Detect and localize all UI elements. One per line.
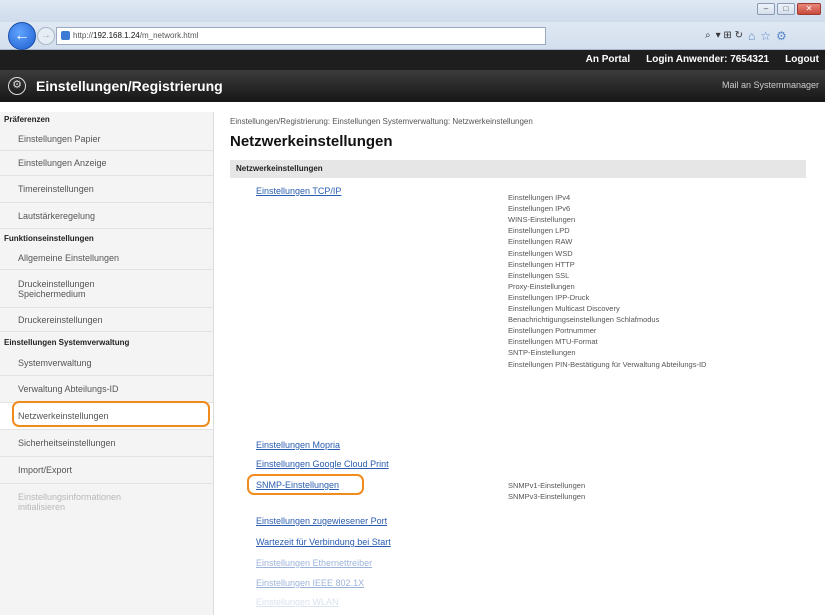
- login-user-info: Login Anwender: 7654321: [646, 50, 769, 70]
- back-arrow-icon[interactable]: ←: [8, 22, 36, 50]
- link-tcpip[interactable]: Einstellungen TCP/IP: [256, 186, 341, 196]
- tcpip-subitem: Einstellungen MTU-Format: [508, 337, 598, 347]
- settings-gear-icon[interactable]: ⚙: [776, 27, 787, 45]
- window-controls: – □ ✕: [757, 3, 821, 15]
- tcpip-subitem: WINS-Einstellungen: [508, 215, 576, 225]
- tcpip-subitem: Einstellungen Portnummer: [508, 326, 597, 336]
- sidebar-item-display[interactable]: Einstellungen Anzeige: [0, 151, 213, 176]
- sidebar-item-dept-id[interactable]: Verwaltung Abteilungs-ID: [0, 376, 213, 403]
- sidebar-item-security[interactable]: Sicherheitseinstellungen: [0, 430, 213, 457]
- link-ethernet[interactable]: Einstellungen Ethernettreiber: [256, 558, 372, 568]
- sidebar-item-volume[interactable]: Lautstärkeregelung: [0, 203, 213, 229]
- snmp-subitem: SNMPv1-Einstellungen: [508, 481, 586, 490]
- link-google-cloud-print[interactable]: Einstellungen Google Cloud Print: [256, 459, 389, 469]
- breadcrumb: Einstellungen/Registrierung: Einstellung…: [230, 117, 533, 126]
- link-ieee[interactable]: Einstellungen IEEE 802.1X: [256, 578, 364, 588]
- tcpip-subitem: Einstellungen RAW: [508, 237, 573, 247]
- settings-registration-icon: ⚙: [8, 77, 26, 95]
- login-label: Login Anwender:: [646, 54, 728, 65]
- sidebar: Präferenzen Einstellungen Papier Einstel…: [0, 112, 214, 615]
- sidebar-item-import-export[interactable]: Import/Export: [0, 457, 213, 484]
- sidebar-item-print-line2: Speichermedium: [18, 288, 86, 299]
- tcpip-subitem: Einstellungen IPP-Druck: [508, 292, 590, 302]
- app-header: ⚙ Einstellungen/Registrierung Mail an Sy…: [0, 70, 825, 102]
- sidebar-section-system: Einstellungen Systemverwaltung: [4, 338, 130, 347]
- sidebar-item-init-line1: Einstellungsinformationen: [18, 492, 122, 502]
- link-wait-time[interactable]: Wartezeit für Verbindung bei Start: [256, 537, 391, 547]
- maximize-icon[interactable]: □: [777, 3, 795, 15]
- url-host: 192.168.1.24: [93, 31, 140, 40]
- tcpip-subitem: Benachrichtigungseinstellungen Schlafmod…: [508, 315, 660, 325]
- sidebar-item-timer[interactable]: Timereinstellungen: [0, 176, 213, 203]
- highlight-network-item: [12, 401, 210, 427]
- close-icon[interactable]: ✕: [797, 3, 821, 15]
- portal-bar: An Portal Login Anwender: 7654321 Logout: [0, 50, 825, 70]
- minimize-icon[interactable]: –: [757, 3, 775, 15]
- link-wlan[interactable]: Einstellungen WLAN: [256, 597, 339, 607]
- portal-links: An Portal Login Anwender: 7654321 Logout: [586, 50, 819, 70]
- favorites-star-icon[interactable]: ☆: [760, 27, 771, 45]
- mail-to-system-manager-link[interactable]: Mail an Systemmanager: [722, 80, 819, 90]
- tcpip-subitem: SNTP-Einstellungen: [508, 348, 576, 358]
- tcpip-subitem: Einstellungen WSD: [508, 248, 573, 258]
- browser-tools: ⌕ ▾ ⊞ ↻ ⌂ ☆ ⚙: [705, 27, 817, 45]
- sidebar-item-printer[interactable]: Druckereinstellungen: [0, 308, 213, 332]
- link-mopria[interactable]: Einstellungen Mopria: [256, 440, 340, 450]
- tcpip-subitem: Einstellungen IPv4: [508, 193, 571, 202]
- url-prefix: http://: [73, 31, 94, 40]
- sidebar-item-sysmgmt[interactable]: Systemverwaltung: [0, 350, 213, 376]
- sidebar-item-initialize[interactable]: Einstellungsinformationen initialisieren: [0, 484, 213, 520]
- sidebar-section-functions: Funktionseinstellungen: [4, 234, 94, 243]
- browser-navbar: ← → http://192.168.1.24/m_network.html ⌕…: [0, 22, 825, 50]
- url-path: /m_network.html: [139, 31, 199, 40]
- tcpip-subitem: Einstellungen SSL: [508, 270, 570, 280]
- tcpip-subitem: Einstellungen HTTP: [508, 259, 575, 269]
- tcpip-subitem: Einstellungen IPv6: [508, 204, 571, 214]
- page-title: Netzwerkeinstellungen: [230, 133, 393, 150]
- to-portal-link[interactable]: An Portal: [586, 50, 630, 70]
- tcpip-subitem: Einstellungen LPD: [508, 226, 570, 236]
- forward-arrow-icon[interactable]: →: [37, 27, 55, 45]
- snmp-subitem: SNMPv3-Einstellungen: [508, 492, 586, 501]
- sidebar-item-paper[interactable]: Einstellungen Papier: [0, 127, 213, 151]
- address-bar[interactable]: http://192.168.1.24/m_network.html: [56, 27, 546, 45]
- favicon-icon: [61, 31, 70, 41]
- sidebar-item-general[interactable]: Allgemeine Einstellungen: [0, 246, 213, 270]
- sidebar-item-init-line2: initialisieren: [18, 502, 66, 512]
- logout-link[interactable]: Logout: [785, 50, 819, 70]
- tcpip-subitem: Einstellungen Multicast Discovery: [508, 304, 620, 313]
- sidebar-item-print-storage[interactable]: Druckeinstellungen Speichermedium: [0, 270, 213, 308]
- sidebar-item-print-line1: Druckeinstellungen: [18, 278, 95, 289]
- address-tools-icon[interactable]: ▾ ⊞ ↻: [716, 27, 743, 45]
- tcpip-subitem: Einstellungen PIN-Bestätigung für Verwal…: [508, 359, 707, 369]
- home-icon[interactable]: ⌂: [748, 27, 755, 45]
- link-dedicated-port[interactable]: Einstellungen zugewiesener Port: [256, 516, 387, 526]
- sidebar-section-prefs: Präferenzen: [4, 115, 50, 124]
- tcpip-subitem: Proxy-Einstellungen: [508, 281, 575, 291]
- app-title: Einstellungen/Registrierung: [36, 78, 223, 94]
- highlight-snmp-link: [247, 474, 364, 495]
- section-header: Netzwerkeinstellungen: [230, 160, 806, 178]
- login-user: 7654321: [730, 54, 770, 65]
- search-icon[interactable]: ⌕: [705, 27, 711, 45]
- browser-titlebar: – □ ✕: [0, 0, 825, 22]
